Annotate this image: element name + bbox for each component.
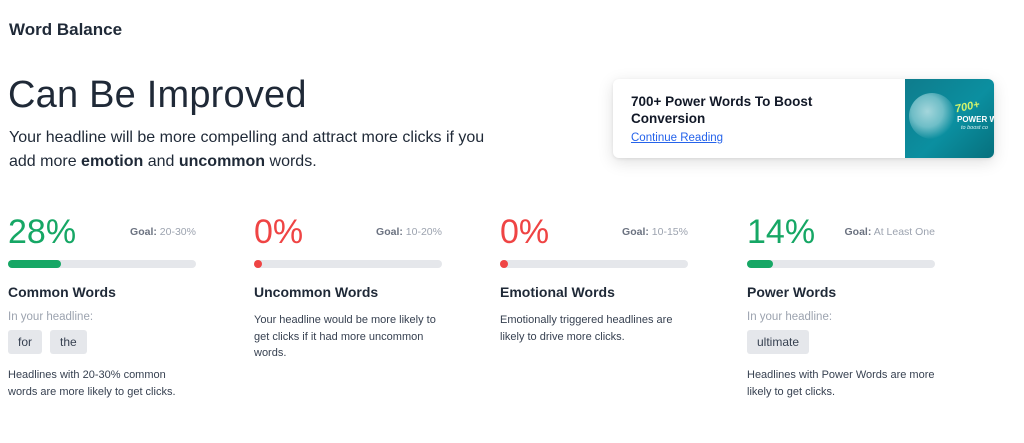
goal-value: At Least One (873, 226, 935, 238)
promo-title: 700+ Power Words To Boost Conversion (631, 94, 813, 126)
progress-fill (8, 260, 61, 268)
metric-percent: 0% (254, 213, 304, 251)
promo-thumbnail-image[interactable]: 700+ POWER W to boost co (905, 79, 994, 158)
thumb-word: POWER W (957, 115, 994, 124)
globe-graphic (909, 93, 955, 139)
word-chip: the (50, 330, 87, 354)
goal-label: Goal: (622, 226, 649, 238)
word-chips: ultimate (747, 330, 810, 354)
metric-note: Headlines with Power Words are more like… (747, 369, 935, 398)
promo-card[interactable]: 700+ Power Words To Boost Conversion Con… (613, 79, 994, 158)
metric-name: Uncommon Words (254, 284, 379, 300)
progress-track (254, 260, 442, 268)
progress-track (747, 260, 935, 268)
word-chip: for (8, 330, 43, 354)
in-headline-label: In your headline: (8, 311, 94, 323)
metric-percent: 28% (8, 213, 77, 251)
goal-label: Goal: (844, 226, 872, 238)
metric-percent: 0% (500, 213, 550, 251)
goal-label: Goal: (130, 226, 157, 238)
metric-goal: Goal: 10-20% (376, 226, 442, 238)
word-chips: for the (8, 330, 87, 354)
metric-note: Emotionally triggered headlines are like… (500, 314, 673, 343)
metric-note: Headlines with 20-30% common words are m… (8, 369, 176, 398)
desc-emphasis-uncommon: uncommon (178, 153, 266, 170)
progress-fill (747, 260, 774, 268)
metric-name: Power Words (747, 284, 837, 300)
desc-text-2: and (143, 153, 179, 170)
section-title: Word Balance (9, 20, 123, 39)
continue-reading-link[interactable]: Continue Reading (631, 132, 723, 144)
thumb-subtitle: to boost co (961, 125, 988, 131)
metric-goal: Goal: 10-15% (622, 226, 688, 238)
metric-goal: Goal: At Least One (845, 226, 935, 238)
metric-name: Common Words (8, 284, 116, 300)
goal-value: 10-20% (405, 226, 442, 238)
metric-note: Your headline would be more likely to ge… (254, 314, 436, 359)
thumb-number: 700+ (954, 98, 981, 116)
progress-fill (254, 260, 262, 268)
metric-name: Emotional Words (500, 284, 615, 300)
progress-track (8, 260, 196, 268)
progress-fill (500, 260, 508, 268)
goal-value: 20-30% (159, 226, 196, 238)
in-headline-label: In your headline: (747, 311, 833, 323)
verdict-heading: Can Be Improved (8, 74, 307, 116)
progress-track (500, 260, 688, 268)
goal-label: Goal: (376, 226, 403, 238)
desc-emphasis-emotion: emotion (81, 153, 144, 170)
goal-value: 10-15% (651, 226, 688, 238)
verdict-description: Your headline will be more compelling an… (9, 126, 509, 174)
desc-text-3: words. (265, 153, 317, 170)
metric-goal: Goal: 20-30% (130, 226, 196, 238)
word-chip: ultimate (747, 330, 810, 354)
metric-percent: 14% (747, 213, 816, 251)
